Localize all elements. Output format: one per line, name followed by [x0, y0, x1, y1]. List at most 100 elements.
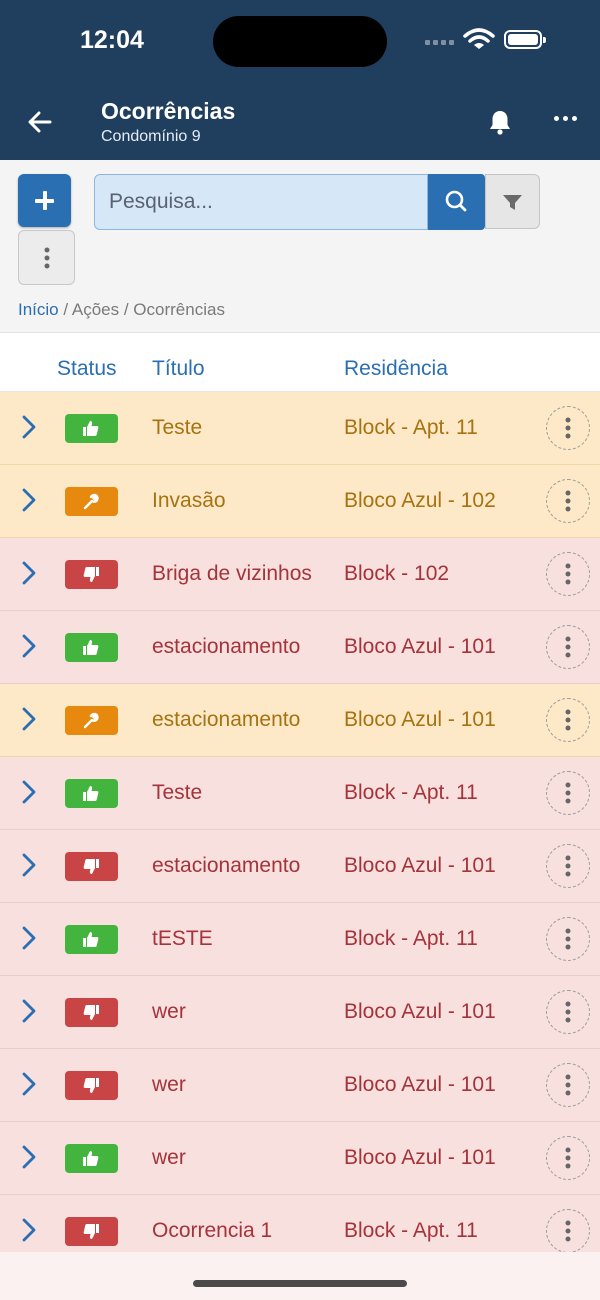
chevron-right-icon[interactable]: [18, 487, 40, 513]
chevron-right-icon[interactable]: [18, 925, 40, 951]
breadcrumb-home-link[interactable]: Início: [18, 300, 59, 319]
occurrence-residence: Bloco Azul - 101: [344, 1000, 496, 1023]
chevron-right-icon[interactable]: [18, 560, 40, 586]
occurrence-title: estacionamento: [152, 708, 301, 731]
row-actions-button[interactable]: [546, 1063, 590, 1107]
breadcrumb-actions: Ações: [71, 300, 120, 319]
bottom-safe-area: [0, 1252, 600, 1300]
search-input[interactable]: [94, 174, 428, 230]
filter-icon: [503, 195, 522, 210]
vertical-dots-icon: [565, 782, 571, 804]
column-header-title[interactable]: Título: [152, 357, 205, 381]
status-time: 12:04: [80, 26, 144, 54]
occurrence-residence: Block - Apt. 11: [344, 416, 478, 439]
row-actions-button[interactable]: [546, 479, 590, 523]
chevron-right-icon[interactable]: [18, 852, 40, 878]
chevron-right-icon[interactable]: [18, 779, 40, 805]
vertical-dots-icon: [565, 563, 571, 585]
table-row[interactable]: Teste Block - Apt. 11: [0, 757, 600, 830]
page-title: Ocorrências: [101, 98, 236, 124]
breadcrumb-separator: /: [119, 300, 134, 319]
row-actions-button[interactable]: [546, 917, 590, 961]
status-badge: [65, 487, 118, 516]
chevron-right-icon[interactable]: [18, 414, 40, 440]
table-row[interactable]: estacionamento Bloco Azul - 101: [0, 684, 600, 757]
vertical-dots-icon: [565, 1147, 571, 1169]
chevron-right-icon[interactable]: [18, 1071, 40, 1097]
table-row[interactable]: Briga de vizinhos Block - 102: [0, 538, 600, 611]
table-row[interactable]: Teste Block - Apt. 11: [0, 392, 600, 465]
page-subtitle: Condomínio 9: [101, 128, 201, 145]
vertical-dots-icon: [565, 490, 571, 512]
occurrence-residence: Bloco Azul - 101: [344, 708, 496, 731]
status-badge: [65, 706, 118, 735]
vertical-dots-icon: [565, 1074, 571, 1096]
status-badge: [65, 925, 118, 954]
occurrence-title: Teste: [152, 781, 203, 804]
row-actions-button[interactable]: [546, 698, 590, 742]
row-actions-button[interactable]: [546, 1136, 590, 1180]
row-actions-button[interactable]: [546, 771, 590, 815]
signal-icon: [425, 40, 454, 45]
add-button[interactable]: [18, 174, 71, 227]
back-arrow-icon[interactable]: [26, 108, 54, 136]
search-button[interactable]: [428, 174, 485, 230]
filter-button[interactable]: [485, 174, 540, 229]
column-header-status[interactable]: Status: [57, 357, 117, 381]
row-actions-button[interactable]: [546, 552, 590, 596]
occurrence-title: estacionamento: [152, 635, 301, 658]
table-row[interactable]: wer Bloco Azul - 101: [0, 1049, 600, 1122]
status-badge: [65, 1071, 118, 1100]
chevron-right-icon[interactable]: [18, 1217, 40, 1243]
row-actions-button[interactable]: [546, 990, 590, 1034]
occurrence-residence: Bloco Azul - 101: [344, 854, 496, 877]
occurrence-residence: Block - Apt. 11: [344, 781, 478, 804]
occurrence-title: tESTE: [152, 927, 213, 950]
table-row[interactable]: estacionamento Bloco Azul - 101: [0, 830, 600, 903]
occurrence-title: Ocorrencia 1: [152, 1219, 273, 1242]
status-badge: [65, 998, 118, 1027]
breadcrumb-current: Ocorrências: [133, 300, 225, 319]
search-icon: [445, 190, 467, 212]
row-actions-button[interactable]: [546, 844, 590, 888]
occurrence-residence: Bloco Azul - 101: [344, 1146, 496, 1169]
occurrence-residence: Bloco Azul - 101: [344, 1073, 496, 1096]
table-row[interactable]: Invasão Bloco Azul - 102: [0, 465, 600, 538]
status-badge: [65, 1217, 118, 1246]
bell-icon[interactable]: [486, 108, 514, 136]
more-options-icon[interactable]: [554, 116, 577, 121]
status-badge: [65, 633, 118, 662]
chevron-right-icon[interactable]: [18, 1144, 40, 1170]
vertical-dots-icon: [565, 417, 571, 439]
dynamic-island: [213, 16, 387, 67]
toolbar-more-button[interactable]: [18, 230, 75, 285]
table-row[interactable]: wer Bloco Azul - 101: [0, 976, 600, 1049]
battery-icon: [504, 30, 546, 49]
occurrence-title: wer: [152, 1000, 186, 1023]
row-actions-button[interactable]: [546, 406, 590, 450]
table-row[interactable]: wer Bloco Azul - 101: [0, 1122, 600, 1195]
vertical-dots-icon: [565, 709, 571, 731]
occurrence-title: estacionamento: [152, 854, 301, 877]
app-header: 12:04 Ocorrências Condomínio 9: [0, 0, 600, 160]
table-row[interactable]: tESTE Block - Apt. 11: [0, 903, 600, 976]
vertical-dots-icon: [565, 636, 571, 658]
chevron-right-icon[interactable]: [18, 633, 40, 659]
table-header: Status Título Residência: [0, 333, 600, 392]
column-header-residence[interactable]: Residência: [344, 357, 448, 381]
chevron-right-icon[interactable]: [18, 998, 40, 1024]
table-row[interactable]: estacionamento Bloco Azul - 101: [0, 611, 600, 684]
row-actions-button[interactable]: [546, 625, 590, 669]
status-badge: [65, 779, 118, 808]
status-badge: [65, 852, 118, 881]
occurrence-title: Teste: [152, 416, 203, 439]
wifi-icon: [463, 28, 495, 49]
breadcrumb-separator: /: [58, 300, 72, 319]
vertical-dots-icon: [565, 1220, 571, 1242]
row-actions-button[interactable]: [546, 1209, 590, 1253]
occurrence-title: wer: [152, 1146, 186, 1169]
vertical-dots-icon: [44, 247, 49, 268]
status-badge: [65, 560, 118, 589]
occurrence-residence: Bloco Azul - 101: [344, 635, 496, 658]
chevron-right-icon[interactable]: [18, 706, 40, 732]
